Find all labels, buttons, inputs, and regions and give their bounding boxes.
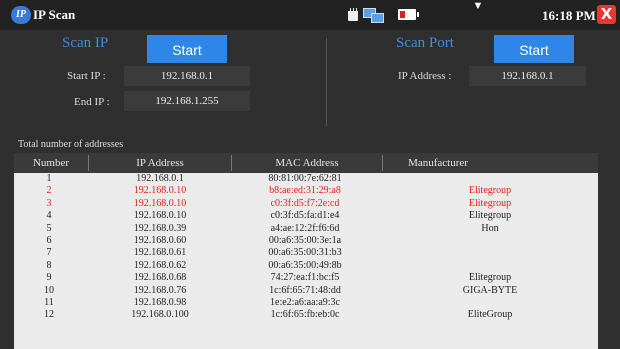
row-manufacturer: Elitegroup	[468, 185, 512, 197]
sd-card-icon	[348, 8, 358, 21]
row-number: 6	[46, 234, 52, 246]
column-mac-address: MAC Address	[275, 157, 339, 169]
row-ip-address: 192.168.0.68	[133, 272, 187, 284]
table-row[interactable]: 12 192.168.0.100 1c:6f:65:fb:eb:0c EliteGro…	[14, 309, 598, 321]
close-button[interactable]: X	[597, 5, 616, 24]
column-number: Number	[32, 157, 70, 169]
row-number: 3	[46, 197, 52, 209]
row-mac-address: 00:a6:35:00:49:8b	[268, 259, 342, 271]
network-icon	[363, 8, 384, 23]
start-ip-field[interactable]: 192.168.0.1	[124, 66, 250, 86]
table-row[interactable]: 2 192.168.0.10 b8:ae:ed:31:29:a8 Elitegroup	[14, 185, 598, 197]
row-mac-address: 00:a6:35:00:3e:1a	[268, 234, 342, 246]
row-number: 9	[46, 272, 52, 284]
row-ip-address: 192.168.0.60	[133, 234, 187, 246]
row-number: 12	[44, 309, 54, 321]
row-mac-address: b8:ae:ed:31:29:a8	[269, 185, 341, 197]
row-ip-address: 192.168.0.76	[133, 284, 187, 296]
row-number: 2	[46, 185, 52, 197]
battery-icon	[398, 9, 419, 20]
table-row[interactable]: 11 192.168.0.98 1e:e2:a6:aa:a9:3c	[14, 297, 598, 309]
row-ip-address: 192.168.0.10	[133, 197, 187, 209]
row-manufacturer: Elitegroup	[468, 210, 512, 222]
row-mac-address: 00:a6:35:00:31:b3	[268, 247, 342, 259]
table-row[interactable]: 1 192.168.0.1 80:81:00:7e:62:81	[14, 173, 598, 185]
total-addresses-label: Total number of addresses	[18, 139, 124, 150]
row-ip-address: 192.168.0.1	[136, 173, 184, 184]
row-manufacturer	[382, 247, 598, 259]
row-number: 11	[44, 296, 54, 308]
results-table[interactable]: 1 192.168.0.1 80:81:00:7e:62:81 2 192.168.0.…	[14, 173, 598, 349]
table-row[interactable]: 6 192.168.0.60 00:a6:35:00:3e:1a	[14, 235, 598, 247]
row-ip-address: 192.168.0.62	[133, 259, 187, 271]
row-mac-address: 80:81:00:7e:62:81	[268, 173, 342, 184]
scan-port-title: Scan Port	[396, 35, 454, 51]
row-ip-address: 192.168.0.10	[133, 210, 187, 222]
table-header: Number IP Address MAC Address Manufactur…	[14, 153, 598, 173]
wifi-icon: ▼	[472, 0, 484, 12]
row-manufacturer: GIGA-BYTE	[462, 284, 518, 296]
row-ip-address: 192.168.0.100	[131, 309, 189, 321]
clock: 16:18 PM	[542, 8, 596, 23]
table-row[interactable]: 9 192.168.0.68 74:27:ea:f1:bc:f5 Elitegroup	[14, 272, 598, 284]
table-row[interactable]: 10 192.168.0.76 1c:6f:65:71:48:dd GIGA-BYTE	[14, 285, 598, 297]
row-mac-address: 1e:e2:a6:aa:a9:3c	[270, 296, 340, 308]
row-manufacturer	[382, 235, 598, 247]
row-mac-address: 1c:6f:65:71:48:dd	[269, 284, 341, 296]
row-number: 1	[46, 173, 52, 184]
ip-address-label: IP Address :	[398, 70, 452, 82]
column-manufacturer: Manufacturer	[408, 157, 468, 169]
table-row[interactable]: 4 192.168.0.10 c0:3f:d5:fa:d1:e4 Elitegroup	[14, 210, 598, 222]
row-manufacturer: EliteGroup	[467, 309, 513, 321]
end-ip-field[interactable]: 192.168.1.255	[124, 91, 250, 111]
row-mac-address: c0:3f:d5:fa:d1:e4	[270, 210, 340, 222]
row-ip-address: 192.168.0.98	[133, 296, 187, 308]
row-manufacturer: Hon	[481, 222, 499, 234]
row-mac-address: a4:ae:12:2f:f6:6d	[270, 222, 340, 234]
row-number: 4	[46, 210, 52, 222]
row-mac-address: 1c:6f:65:fb:eb:0c	[270, 309, 340, 321]
scan-ip-title: Scan IP	[62, 35, 109, 51]
app-logo: IP	[11, 6, 31, 24]
ip-scan-screen: IP IP Scan ▼ 16:18 PM X Scan IP Start St…	[0, 0, 620, 349]
table-row[interactable]: 3 192.168.0.10 c0:3f:d5:f7:2e:cd Elitegroup	[14, 198, 598, 210]
row-number: 8	[46, 259, 52, 271]
scan-ip-start-button[interactable]: Start	[147, 35, 227, 63]
row-manufacturer	[382, 297, 598, 309]
scan-port-start-button[interactable]: Start	[494, 35, 574, 63]
row-ip-address: 192.168.0.39	[133, 222, 187, 234]
end-ip-label: End IP :	[74, 96, 110, 108]
column-ip-address: IP Address	[136, 157, 184, 169]
row-manufacturer: Elitegroup	[468, 197, 512, 209]
row-mac-address: 74:27:ea:f1:bc:f5	[270, 272, 340, 284]
row-manufacturer: Elitegroup	[468, 272, 512, 284]
table-row[interactable]: 7 192.168.0.61 00:a6:35:00:31:b3	[14, 247, 598, 259]
row-number: 5	[46, 222, 52, 234]
table-row[interactable]: 5 192.168.0.39 a4:ae:12:2f:f6:6d Hon	[14, 223, 598, 235]
table-row[interactable]: 8 192.168.0.62 00:a6:35:00:49:8b	[14, 260, 598, 272]
row-ip-address: 192.168.0.61	[133, 247, 187, 259]
row-mac-address: c0:3f:d5:f7:2e:cd	[270, 197, 340, 209]
ip-address-field[interactable]: 192.168.0.1	[469, 66, 586, 86]
title-bar: IP IP Scan ▼ 16:18 PM X	[0, 0, 620, 30]
panel-divider	[326, 38, 327, 126]
row-ip-address: 192.168.0.10	[133, 185, 187, 197]
row-manufacturer	[382, 173, 598, 185]
row-number: 10	[44, 284, 54, 296]
row-manufacturer	[382, 260, 598, 272]
row-number: 7	[46, 247, 52, 259]
start-ip-label: Start IP :	[67, 70, 106, 82]
app-title: IP Scan	[33, 7, 76, 22]
